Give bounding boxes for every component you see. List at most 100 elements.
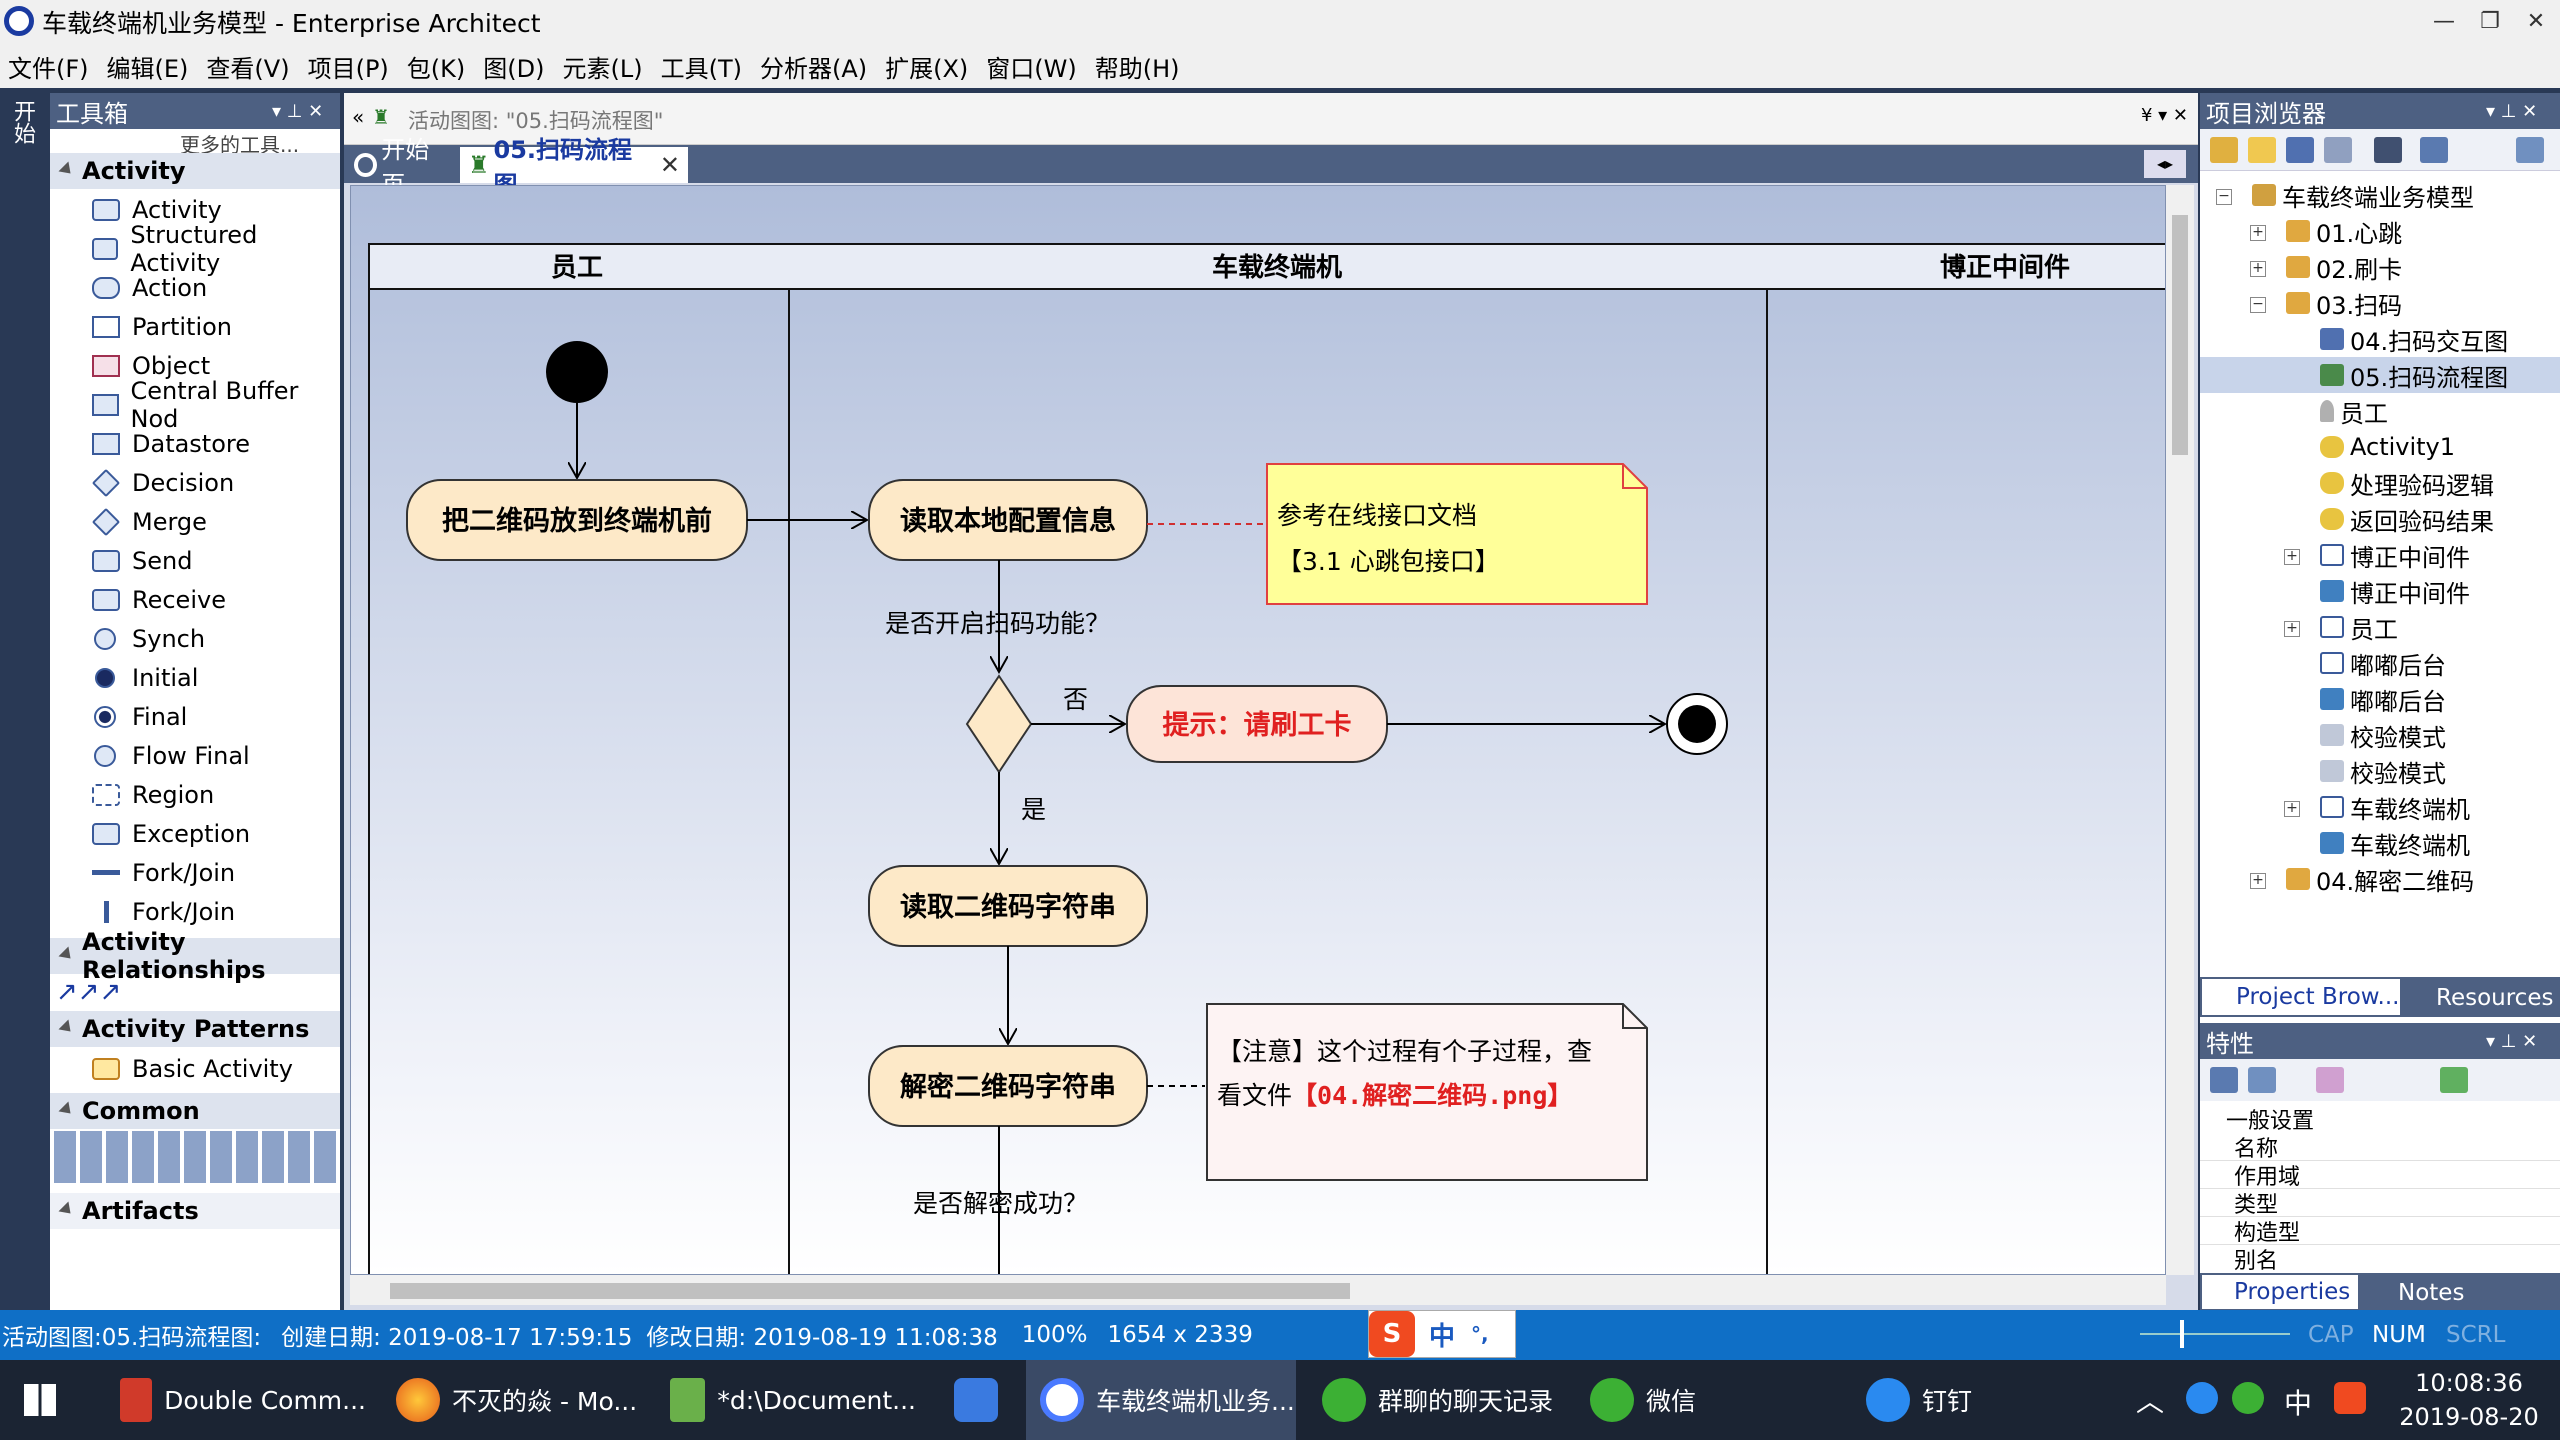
tree-item-heartbeat[interactable]: 01.心跳 bbox=[2286, 213, 2402, 249]
properties-up-icon[interactable] bbox=[2440, 1067, 2468, 1093]
sort-alpha-icon[interactable] bbox=[2248, 1067, 2276, 1093]
taskbar-app-firefox[interactable]: 不灭的焱 - Mo... bbox=[382, 1360, 642, 1440]
initial-node[interactable] bbox=[546, 341, 608, 403]
toolbox-group-activity-patterns[interactable]: Activity Patterns bbox=[50, 1011, 340, 1047]
tab-properties[interactable]: Properties bbox=[2202, 1275, 2358, 1309]
tray-wechat-icon[interactable] bbox=[2232, 1382, 2264, 1414]
menu-diagram[interactable]: 图(D) bbox=[475, 49, 554, 84]
tool-merge[interactable]: Merge bbox=[50, 502, 340, 541]
menu-view[interactable]: 查看(V) bbox=[198, 49, 299, 84]
tray-sogou-icon[interactable] bbox=[2334, 1382, 2366, 1414]
taskbar-app-feishu[interactable] bbox=[940, 1360, 1010, 1440]
menu-file[interactable]: 文件(F) bbox=[0, 49, 99, 84]
properties-action-icon[interactable] bbox=[2316, 1067, 2344, 1093]
property-alias[interactable]: 别名 bbox=[2200, 1245, 2560, 1274]
tray-expand-icon[interactable]: ︿ bbox=[2136, 1380, 2164, 1420]
tree-item-terminal-partition[interactable]: 车载终端机 bbox=[2320, 789, 2470, 825]
tool-exception[interactable]: Exception bbox=[50, 814, 340, 853]
new-package-icon[interactable] bbox=[2210, 137, 2238, 163]
tool-fork-join-horizontal[interactable]: Fork/Join bbox=[50, 853, 340, 892]
tool-structured-activity[interactable]: Structured Activity bbox=[50, 221, 340, 277]
view-options-icon[interactable] bbox=[2516, 137, 2544, 163]
tree-item-verify-mode-2[interactable]: 校验模式 bbox=[2320, 753, 2446, 789]
taskbar-app-dingtalk[interactable]: 钉钉 bbox=[1852, 1360, 2052, 1440]
tray-clock[interactable]: 10:08:36 2019-08-20 bbox=[2384, 1366, 2554, 1434]
properties-pin-icon[interactable]: ▾ ⊥ ✕ bbox=[2486, 1031, 2537, 1052]
tree-item-middleware-node[interactable]: 博正中间件 bbox=[2320, 573, 2470, 609]
tree-item-process-verify[interactable]: 处理验码逻辑 bbox=[2320, 465, 2494, 501]
tool-fork-join-vertical[interactable]: Fork/Join bbox=[50, 892, 340, 931]
find-icon[interactable] bbox=[2374, 137, 2402, 163]
taskbar-app-double-commander[interactable]: Double Comm... bbox=[106, 1360, 366, 1440]
tab-resources[interactable]: Resources bbox=[2404, 981, 2560, 1015]
lane-middleware[interactable]: 博正中间件 bbox=[1940, 253, 2070, 283]
zoom-slider-thumb[interactable] bbox=[2180, 1320, 2184, 1348]
tree-collapse-scan-icon[interactable]: − bbox=[2250, 297, 2266, 313]
tool-receive[interactable]: Receive bbox=[50, 580, 340, 619]
taskbar-app-notepad[interactable]: *d:\Document... bbox=[656, 1360, 916, 1440]
tree-expand-employee-icon[interactable]: + bbox=[2284, 621, 2300, 637]
tool-initial[interactable]: Initial bbox=[50, 658, 340, 697]
tree-item-verify-mode-1[interactable]: 校验模式 bbox=[2320, 717, 2446, 753]
edit-icon[interactable] bbox=[2420, 137, 2448, 163]
menu-project[interactable]: 项目(P) bbox=[300, 49, 399, 84]
property-stereotype[interactable]: 构造型 bbox=[2200, 1217, 2560, 1246]
lane-employee[interactable]: 员工 bbox=[551, 253, 603, 283]
tool-action[interactable]: Action bbox=[50, 268, 340, 307]
new-folder-icon[interactable] bbox=[2248, 137, 2276, 163]
properties-section-general[interactable]: 一般设置 bbox=[2200, 1105, 2560, 1134]
close-button[interactable]: ✕ bbox=[2516, 4, 2556, 40]
tool-final[interactable]: Final bbox=[50, 697, 340, 736]
taskbar-app-wechat[interactable]: 微信 bbox=[1576, 1360, 1776, 1440]
toolbox-group-artifacts[interactable]: Artifacts bbox=[50, 1193, 340, 1229]
decision-scan-enabled[interactable] bbox=[965, 674, 1033, 774]
project-browser-pin-icon[interactable]: ▾ ⊥ ✕ bbox=[2486, 101, 2537, 122]
vertical-scrollbar[interactable] bbox=[2166, 185, 2194, 1275]
zoom-slider[interactable] bbox=[2140, 1333, 2290, 1335]
vertical-scroll-thumb[interactable] bbox=[2172, 215, 2188, 455]
menu-analyzer[interactable]: 分析器(A) bbox=[752, 49, 877, 84]
tree-item-dudu-backend-2[interactable]: 嘟嘟后台 bbox=[2320, 681, 2446, 717]
tray-dingtalk-icon[interactable] bbox=[2186, 1382, 2218, 1414]
tree-item-scan[interactable]: 03.扫码 bbox=[2286, 285, 2402, 321]
tree-expand-card-icon[interactable]: + bbox=[2250, 261, 2266, 277]
tool-central-buffer[interactable]: Central Buffer Nod bbox=[50, 377, 340, 433]
menu-edit[interactable]: 编辑(E) bbox=[99, 49, 199, 84]
tree-item-activity1[interactable]: Activity1 bbox=[2320, 429, 2455, 465]
toolbox-group-activity[interactable]: Activity bbox=[50, 153, 340, 189]
tool-flow-final[interactable]: Flow Final bbox=[50, 736, 340, 775]
tool-decision[interactable]: Decision bbox=[50, 463, 340, 502]
categorized-view-icon[interactable] bbox=[2210, 1067, 2238, 1093]
ime-toolbar[interactable]: S 中 °, bbox=[1368, 1310, 1516, 1358]
property-scope[interactable]: 作用域 bbox=[2200, 1161, 2560, 1190]
property-type[interactable]: 类型 bbox=[2200, 1189, 2560, 1218]
tab-project-browser[interactable]: Project Brow... bbox=[2202, 979, 2400, 1015]
tree-item-terminal-node[interactable]: 车载终端机 bbox=[2320, 825, 2470, 861]
breadcrumb-back-icon[interactable]: « bbox=[352, 105, 364, 129]
tab-scroll-arrows-icon[interactable]: ◂▸ bbox=[2144, 150, 2186, 178]
tab-close-icon[interactable]: ✕ bbox=[660, 151, 680, 179]
tool-partition[interactable]: Partition bbox=[50, 307, 340, 346]
tool-send[interactable]: Send bbox=[50, 541, 340, 580]
common-tools-icon-grid[interactable] bbox=[54, 1131, 336, 1183]
tree-item-decrypt-qr[interactable]: 04.解密二维码 bbox=[2286, 861, 2474, 897]
lane-terminal[interactable]: 车载终端机 bbox=[1212, 252, 1342, 283]
tool-basic-activity[interactable]: Basic Activity bbox=[50, 1049, 340, 1088]
tree-collapse-root-icon[interactable]: − bbox=[2216, 189, 2232, 205]
toolbox-group-common[interactable]: Common bbox=[50, 1093, 340, 1129]
start-button[interactable] bbox=[10, 1360, 90, 1440]
tree-item-employee-partition[interactable]: 员工 bbox=[2320, 609, 2398, 645]
property-name[interactable]: 名称 bbox=[2200, 1133, 2560, 1162]
menu-window[interactable]: 窗口(W) bbox=[978, 49, 1086, 84]
taskbar-app-chat-history[interactable]: 群聊的聊天记录 bbox=[1308, 1360, 1578, 1440]
tool-datastore[interactable]: Datastore bbox=[50, 424, 340, 463]
tray-language[interactable]: 中 bbox=[2284, 1382, 2312, 1422]
tool-region[interactable]: Region bbox=[50, 775, 340, 814]
menu-extend[interactable]: 扩展(X) bbox=[877, 49, 978, 84]
tree-item-scan-flow[interactable]: 05.扫码流程图 bbox=[2200, 357, 2560, 393]
tab-notes[interactable]: Notes bbox=[2362, 1277, 2482, 1309]
breadcrumb-menu-icon[interactable]: ¥ ▾ ✕ bbox=[2141, 105, 2188, 126]
menu-package[interactable]: 包(K) bbox=[399, 49, 475, 84]
tree-expand-decrypt-icon[interactable]: + bbox=[2250, 873, 2266, 889]
minimize-button[interactable]: — bbox=[2424, 4, 2464, 40]
